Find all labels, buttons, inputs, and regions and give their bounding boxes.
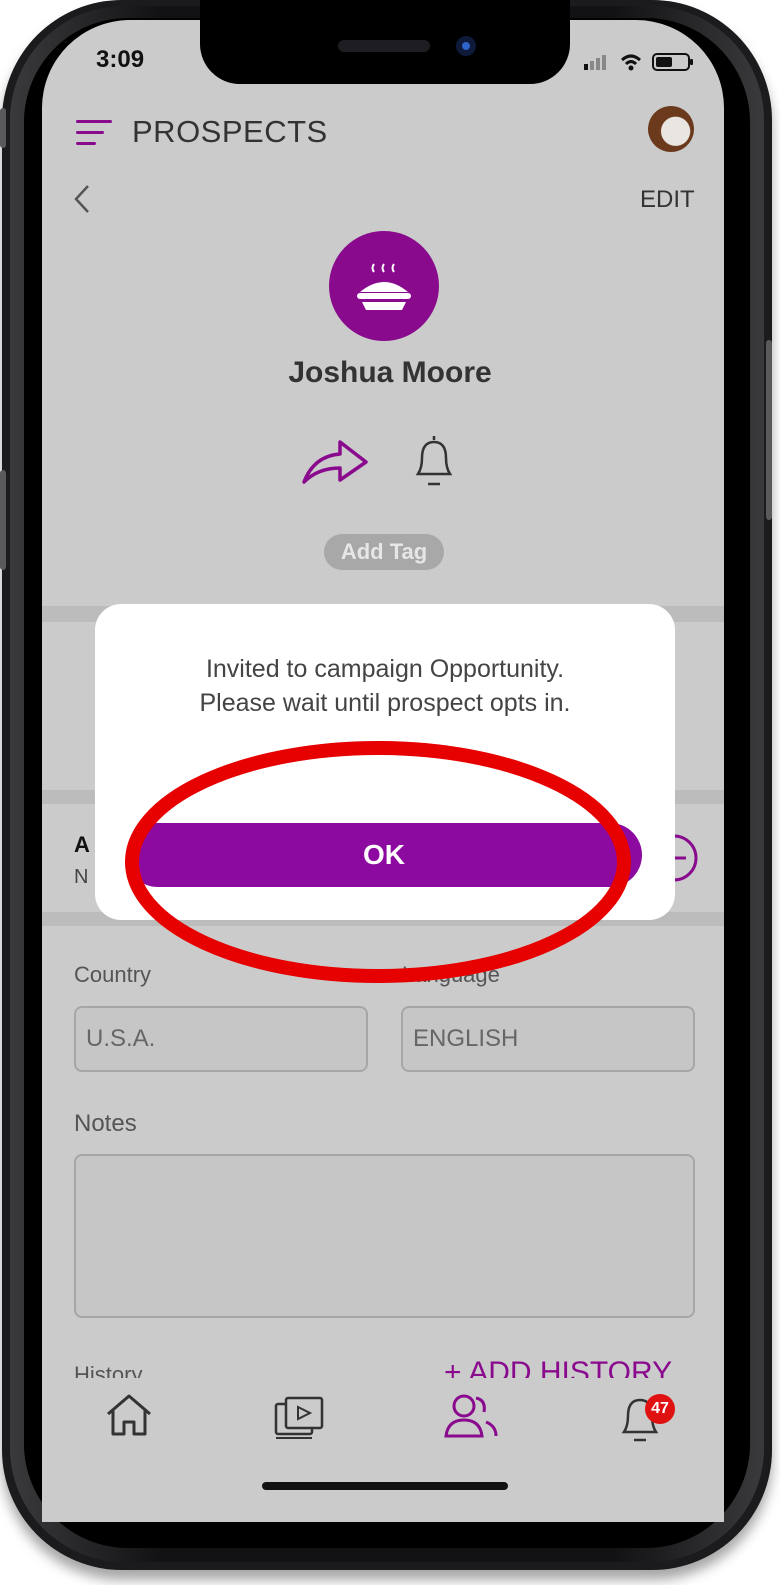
row-sublabel: N [74,866,89,888]
notification-badge: 47 [645,1394,675,1424]
signal-icon [584,55,606,70]
alert-message: Invited to campaign Opportunity. Please … [95,652,675,720]
user-avatar[interactable] [648,106,694,152]
home-indicator[interactable] [262,1482,508,1490]
wifi-icon [621,54,641,71]
home-icon[interactable] [104,1392,154,1438]
alert-message-line2: Please wait until prospect opts in. [199,689,571,717]
annotation-ellipse [125,741,631,983]
alert-message-line1: Invited to campaign Opportunity. [205,655,565,683]
volume-button [0,470,6,570]
speaker [338,40,430,52]
prospect-name: Joshua Moore [288,356,492,389]
notes-field[interactable] [74,1154,695,1318]
add-tag-button[interactable]: Add Tag [324,534,444,570]
back-arrow-icon[interactable] [72,184,94,214]
side-button [0,108,6,148]
menu-icon[interactable] [76,118,116,148]
pie-icon [357,263,411,310]
notes-label: Notes [74,1110,137,1137]
edit-button[interactable]: EDIT [640,186,695,214]
battery-icon [652,53,693,71]
people-icon[interactable] [442,1392,500,1442]
language-field[interactable]: ENGLISH [401,1006,695,1072]
media-gallery-icon[interactable] [272,1394,326,1442]
camera-lens [462,42,470,50]
page-title: PROSPECTS [132,114,328,149]
country-field[interactable]: U.S.A. [74,1006,368,1072]
status-icons [584,53,693,71]
share-icon[interactable] [300,436,370,488]
row-label: A [74,832,90,857]
status-time: 3:09 [96,46,145,73]
bell-icon[interactable] [410,432,458,490]
